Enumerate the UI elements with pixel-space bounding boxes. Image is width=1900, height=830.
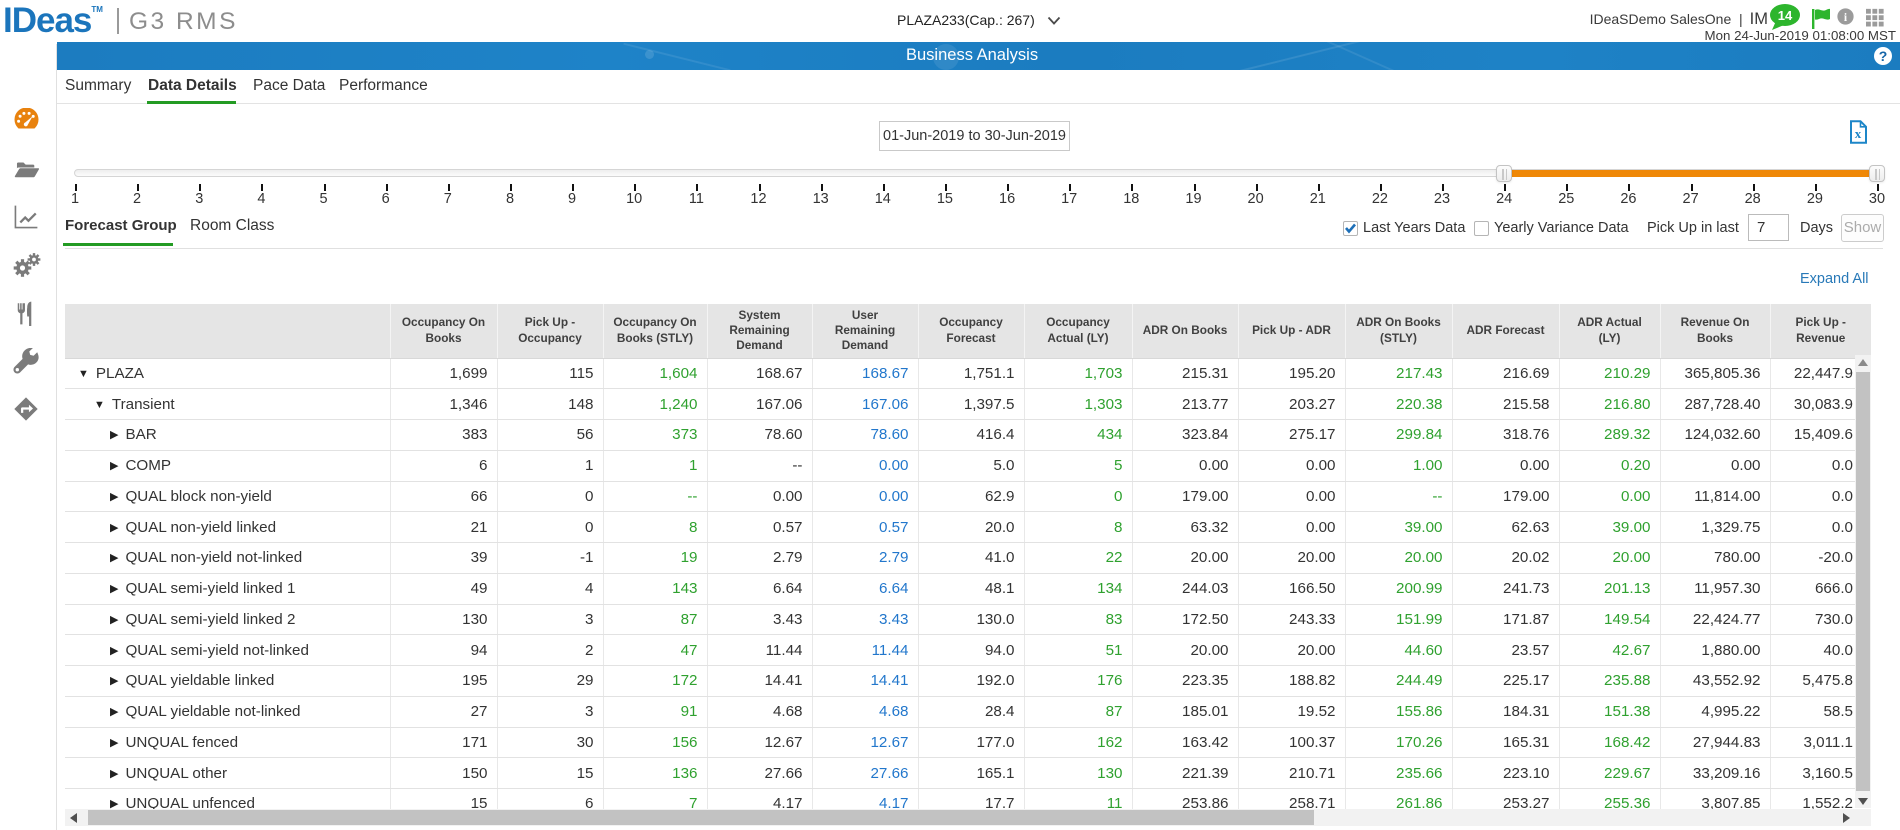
svg-text:x: x (1855, 126, 1862, 141)
svg-text:14: 14 (1778, 8, 1793, 23)
